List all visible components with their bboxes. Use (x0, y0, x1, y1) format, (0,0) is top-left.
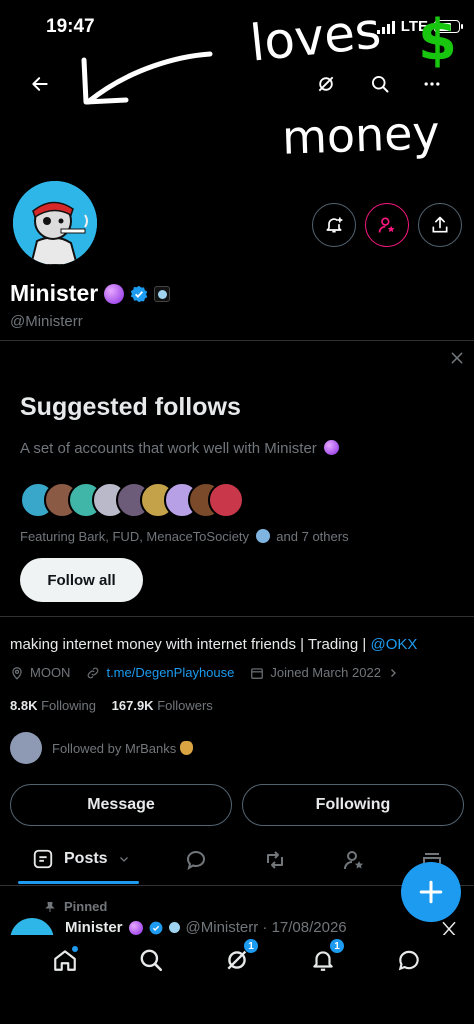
nav-home[interactable] (49, 944, 81, 976)
featuring-text: Featuring Bark, FUD, MenaceToSociety (20, 529, 250, 544)
crystal-ball-icon (104, 283, 125, 304)
divider (0, 616, 474, 617)
profile-name: Minister (10, 280, 99, 306)
followers-stat[interactable]: 167.9K Followers (112, 698, 213, 713)
affiliate-badge-icon (154, 285, 171, 302)
search-icon (372, 76, 389, 93)
repost-icon (267, 851, 283, 869)
profile-name-row: Minister (10, 280, 171, 307)
featuring-tail: and 7 others (276, 529, 349, 544)
following-count: 8.8K (10, 698, 38, 713)
location-icon (12, 666, 22, 680)
scribble-dollar: $ (418, 8, 457, 73)
following-stat[interactable]: 8.8K Following (10, 698, 96, 713)
compose-post-button[interactable] (401, 862, 461, 922)
follow-all-button[interactable]: Follow all (20, 558, 143, 602)
pinned-label: Pinned (64, 899, 108, 914)
nav-messages[interactable] (393, 944, 425, 976)
subscribe-button[interactable] (365, 203, 409, 247)
face-emoji-icon (255, 529, 270, 543)
post-handle-date: @Ministerr · 17/08/2026 (185, 919, 347, 936)
suggested-featuring: Featuring Bark, FUD, MenaceToSociety and… (20, 529, 349, 544)
verified-icon (149, 921, 162, 934)
status-time: 19:47 (46, 16, 95, 37)
follower-avatar (10, 732, 42, 764)
pinned-post-header: Minister @Ministerr · 17/08/2026 (65, 919, 347, 936)
posts-icon (33, 849, 53, 869)
following-button[interactable]: Following (242, 784, 464, 826)
profile-meta: MOON t.me/DegenPlayhouse Joined March 20… (10, 665, 399, 680)
back-button[interactable] (22, 66, 58, 102)
notify-button[interactable] (312, 203, 356, 247)
bell-plus-icon (326, 217, 343, 233)
profile-website-link[interactable]: t.me/DegenPlayhouse (106, 665, 234, 680)
dismiss-suggested-button[interactable] (447, 348, 467, 368)
pinned-indicator: Pinned (44, 899, 107, 914)
money-bag-icon (180, 741, 194, 755)
suggested-title: Suggested follows (20, 393, 241, 421)
profile-joined: Joined March 2022 (270, 665, 381, 680)
arrow-scribble (81, 51, 213, 105)
verified-icon (130, 285, 148, 302)
suggested-description: A set of accounts that work well with Mi… (20, 440, 339, 457)
bio-text: making internet money with internet frie… (10, 636, 371, 653)
followed-by-text: Followed by MrBanks (52, 740, 177, 756)
message-button[interactable]: Message (10, 784, 232, 826)
post-author-name[interactable]: Minister (65, 919, 123, 936)
search-icon (140, 949, 163, 972)
share-icon (432, 216, 448, 233)
pin-icon (45, 901, 55, 912)
suggested-avatar (208, 482, 244, 518)
suggested-description-text: A set of accounts that work well with Mi… (20, 440, 317, 457)
following-label: Following (41, 698, 97, 713)
avatar-image (13, 181, 97, 265)
grok-badge: 1 (243, 938, 259, 954)
chevron-right-icon[interactable] (387, 667, 399, 679)
grok-icon (318, 76, 334, 92)
tab-posts[interactable]: Posts (32, 848, 130, 870)
profile-bio: making internet money with internet frie… (10, 636, 417, 653)
profile-location: MOON (30, 665, 71, 680)
bio-mention-link[interactable]: @OKX (370, 636, 417, 653)
nav-search[interactable] (135, 944, 167, 976)
profile-avatar[interactable] (10, 178, 100, 268)
notifications-badge: 1 (329, 938, 345, 954)
affiliate-badge-icon (168, 922, 180, 933)
nav-notifications[interactable]: 1 (307, 938, 345, 976)
chat-bubble-icon (398, 950, 419, 971)
followers-count: 167.9K (111, 698, 154, 713)
bottom-navigation: 1 1 (0, 935, 474, 985)
profile-stats: 8.8K Following 167.9K Followers (10, 698, 213, 713)
person-star-icon (378, 217, 395, 233)
more-button[interactable] (414, 66, 450, 102)
profile-handle: @Ministerr (10, 313, 83, 330)
tab-subscriptions[interactable] (342, 848, 366, 877)
scribble-money: money (281, 105, 441, 165)
tab-reposts[interactable] (262, 848, 288, 877)
home-unread-dot (72, 946, 78, 952)
followers-label: Followers (157, 698, 213, 713)
calendar-icon (251, 667, 264, 679)
scribble-loves: loves (247, 1, 384, 73)
active-tab-indicator (18, 881, 139, 884)
nav-grok[interactable]: 1 (221, 938, 259, 976)
chevron-down-icon (119, 857, 128, 862)
followed-by-row[interactable]: Followed by MrBanks (10, 732, 194, 764)
tab-posts-label: Posts (64, 850, 108, 867)
link-icon (88, 667, 99, 678)
grok-button[interactable] (308, 66, 344, 102)
divider (0, 340, 474, 341)
reply-icon (187, 851, 205, 871)
share-button[interactable] (418, 203, 462, 247)
more-icon (424, 82, 440, 86)
close-icon (451, 352, 463, 364)
person-star-icon (344, 851, 363, 870)
crystal-ball-icon (323, 440, 339, 455)
arrow-left-icon (32, 77, 48, 91)
tab-replies[interactable] (184, 848, 208, 877)
plus-icon (419, 880, 443, 904)
crystal-ball-icon (128, 920, 143, 935)
search-button[interactable] (362, 66, 398, 102)
